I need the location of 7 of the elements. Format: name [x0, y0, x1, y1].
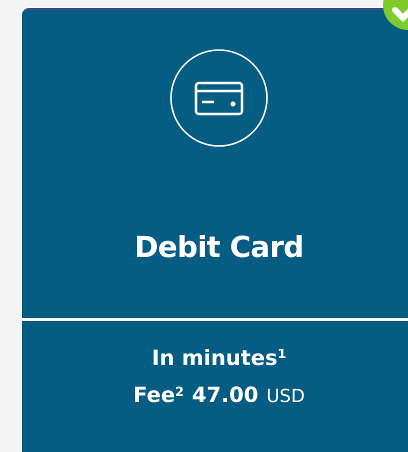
fee-label: Fee$^{2}$: [133, 382, 184, 409]
currency-label: USD: [266, 385, 305, 409]
credit-card-icon: [169, 48, 269, 148]
payment-option-card[interactable]: Debit Card In minutes$^{1}$ Fee$^{2}$ 47.00 USD: [22, 8, 408, 452]
card-title: Debit Card: [133, 229, 305, 266]
fee-amount: 47.00: [192, 382, 258, 409]
delivery-speed: In minutes$^{1}$: [150, 344, 288, 372]
